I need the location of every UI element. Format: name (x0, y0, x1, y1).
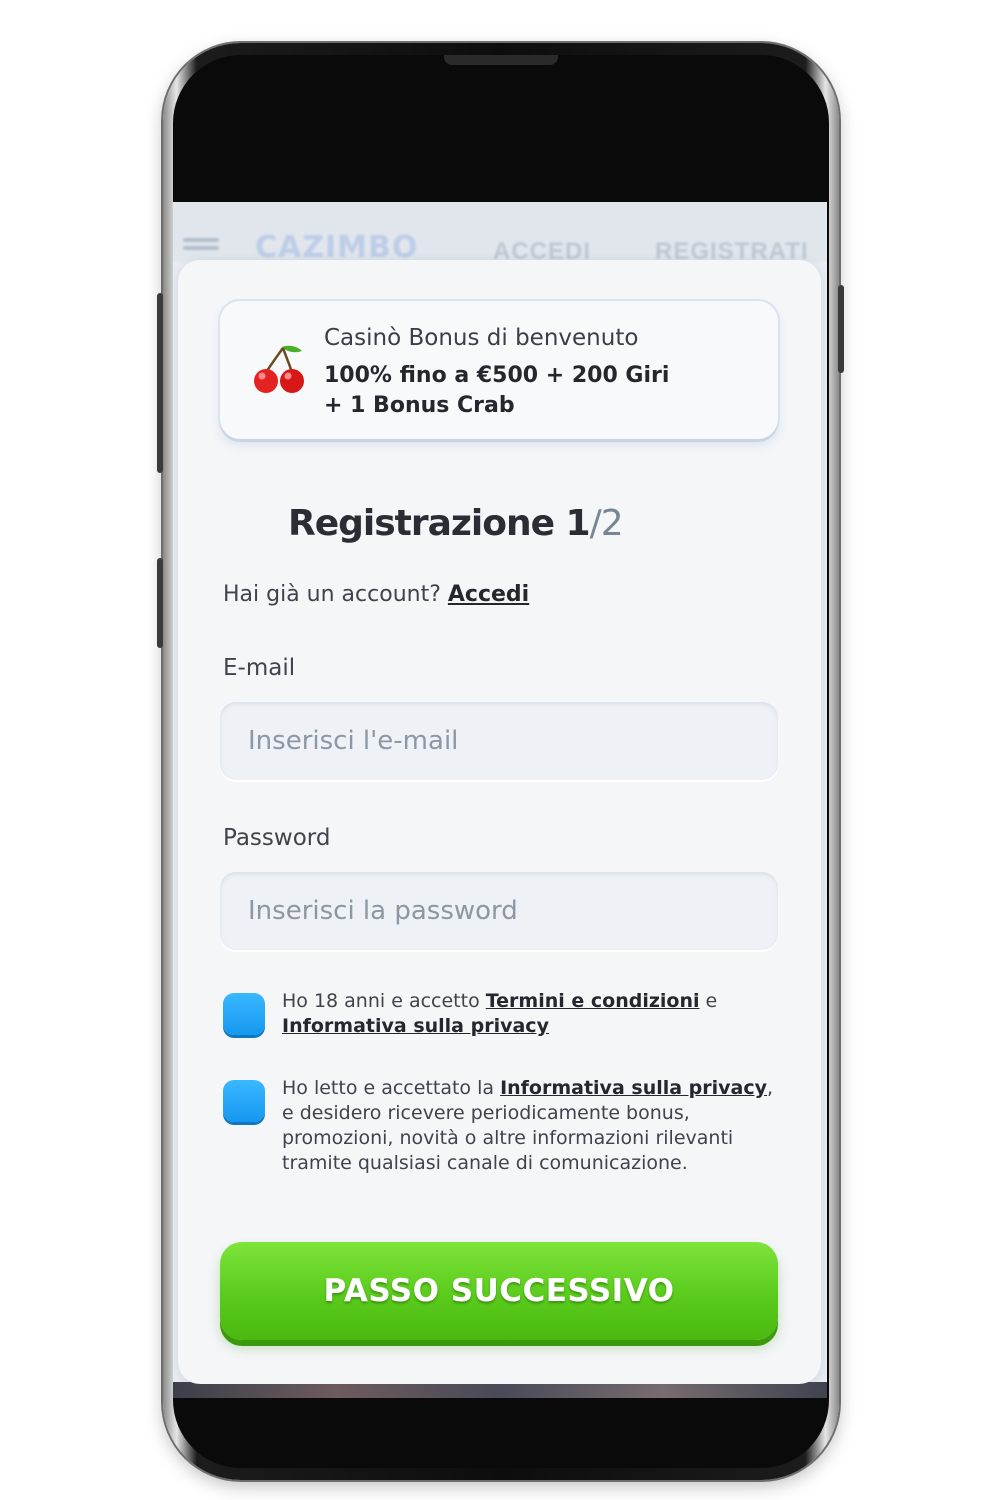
bonus-offer-line: + 1 Bonus Crab (324, 393, 515, 418)
cherry-icon (254, 345, 304, 393)
password-label: Password (223, 825, 331, 851)
phone-side-button (838, 285, 844, 373)
phone-side-button (157, 293, 163, 473)
background-content (173, 1382, 827, 1398)
next-step-button[interactable]: PASSO SUCCESSIVO (220, 1242, 778, 1340)
step-total: 2 (600, 503, 624, 544)
welcome-bonus-card: Casinò Bonus di benvenuto 100% fino a €5… (220, 301, 778, 439)
login-prompt: Hai già un account? Accedi (223, 582, 529, 607)
email-label: E-mail (223, 655, 296, 681)
phone-speaker (444, 55, 558, 65)
step-separator: / (589, 503, 602, 544)
app-bar: CAZIMBO ACCEDI REGISTRATI (173, 202, 827, 265)
phone-screen: CAZIMBO ACCEDI REGISTRATI Casinò Bonus d… (173, 202, 827, 1398)
page-title-text: Registrazione (288, 503, 555, 544)
login-prompt-text: Hai già un account? (223, 582, 441, 607)
page-title: Registrazione 1/2 (288, 503, 624, 544)
terms-text: e (699, 990, 718, 1012)
terms-consent-text: Ho 18 anni e accetto Termini e condizion… (282, 989, 782, 1039)
marketing-consent-text: Ho letto e accettato la Informativa sull… (282, 1076, 782, 1176)
phone-side-button (157, 558, 163, 648)
step-current: 1 (565, 503, 591, 544)
terms-link[interactable]: Termini e condizioni (486, 990, 700, 1012)
marketing-checkbox[interactable] (223, 1080, 265, 1122)
bonus-offer-line: 100% fino a €500 + 200 Giri (324, 363, 670, 388)
privacy-link[interactable]: Informativa sulla privacy (282, 1015, 549, 1037)
password-field[interactable] (220, 872, 778, 950)
email-field[interactable] (220, 702, 778, 780)
login-link[interactable]: Accedi (448, 582, 529, 607)
bonus-title: Casinò Bonus di benvenuto (324, 325, 639, 351)
privacy-link[interactable]: Informativa sulla privacy (500, 1077, 767, 1099)
marketing-text: Ho letto e accettato la (282, 1077, 501, 1099)
terms-checkbox[interactable] (223, 993, 265, 1035)
registration-modal: Casinò Bonus di benvenuto 100% fino a €5… (178, 260, 821, 1384)
terms-text: Ho 18 anni e accetto (282, 990, 486, 1012)
menu-icon[interactable] (183, 238, 219, 242)
